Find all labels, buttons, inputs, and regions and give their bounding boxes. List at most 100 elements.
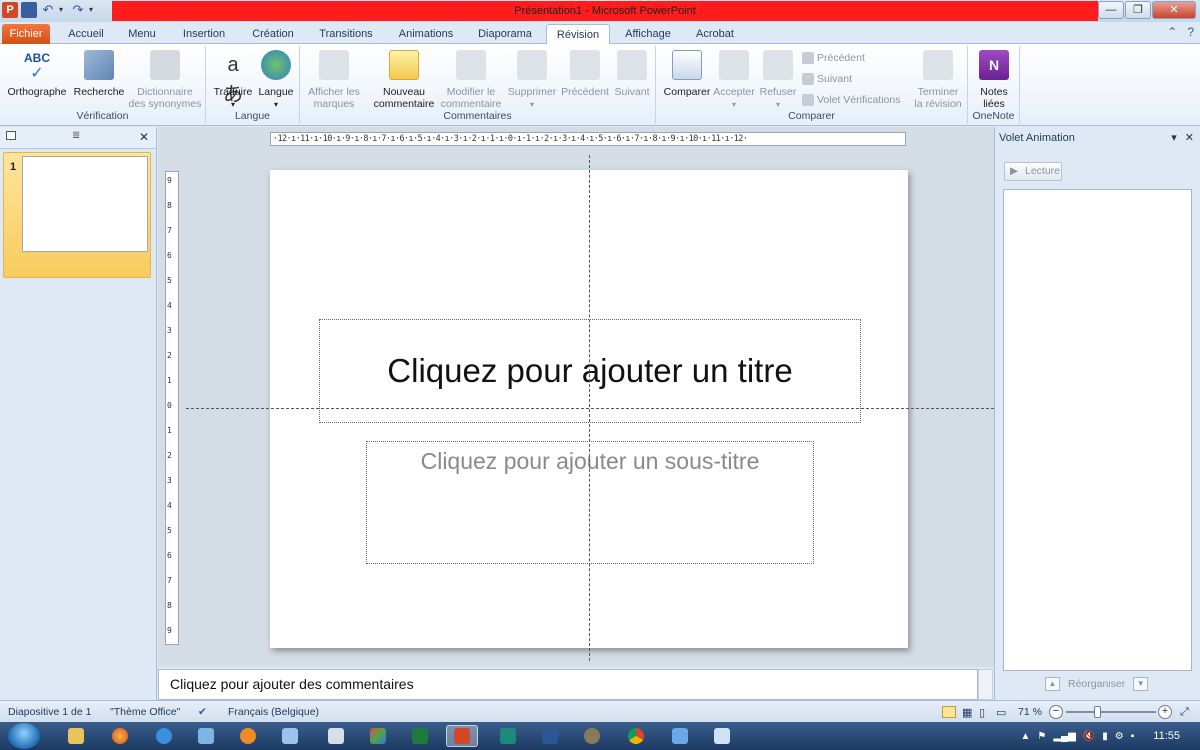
undo-icon[interactable]: ↶ [40, 2, 56, 18]
reading-view-icon[interactable]: ▯ [979, 706, 985, 719]
lecture-button[interactable]: ▶ Lecture [1004, 162, 1062, 181]
app-taskbar-icon[interactable] [664, 725, 696, 747]
zoom-out-icon[interactable]: − [1049, 705, 1063, 719]
research-book-icon [84, 50, 114, 80]
status-bar: Diapositive 1 de 1 "Thème Office" ✔ Fran… [0, 700, 1200, 722]
suivant-change-button[interactable]: Suivant [802, 73, 852, 85]
show-markup-icon [319, 50, 349, 80]
tab-affichage[interactable]: Affichage [618, 24, 678, 44]
recherche-button[interactable]: Recherche [72, 50, 126, 98]
paint-taskbar-icon[interactable] [362, 725, 394, 747]
folder-taskbar-icon[interactable] [706, 725, 738, 747]
tab-creation[interactable]: Création [244, 24, 302, 44]
spellcheck-status-icon[interactable]: ✔ [198, 706, 207, 718]
powerpoint-taskbar-icon[interactable] [446, 725, 478, 747]
battery-icon[interactable]: ▮ [1102, 731, 1108, 742]
show-hidden-icons[interactable]: ▲ [1020, 731, 1030, 742]
normal-view-icon[interactable] [942, 706, 956, 718]
close-panel-icon[interactable]: ✕ [139, 130, 149, 144]
chrome-taskbar-icon[interactable] [620, 725, 652, 747]
explorer-taskbar-icon[interactable] [60, 725, 92, 747]
network-signal-icon[interactable]: ▂▄▆ [1053, 731, 1075, 742]
zoom-slider-handle[interactable] [1094, 706, 1101, 718]
tab-menu[interactable]: Menu [120, 24, 164, 44]
nouveau-commentaire-button[interactable]: Nouveau commentaire [372, 50, 436, 110]
tray-app-icon[interactable]: ▪ [1131, 731, 1135, 742]
save-icon[interactable] [21, 2, 37, 18]
close-pane-icon[interactable]: ✕ [1185, 127, 1194, 149]
restore-button[interactable]: ❐ [1125, 1, 1151, 19]
vertical-ruler: 9 8 7 6 5 4 3 2 1 0 1 2 3 4 5 6 7 8 9 [165, 171, 179, 645]
zoom-in-icon[interactable]: + [1158, 705, 1172, 719]
slideshow-view-icon[interactable]: ▭ [996, 706, 1006, 719]
tab-accueil[interactable]: Accueil [62, 24, 110, 44]
tab-transitions[interactable]: Transitions [312, 24, 380, 44]
zoom-slider[interactable] [1066, 711, 1156, 713]
move-up-icon[interactable]: ▲ [1045, 677, 1060, 691]
suivant-comment-button[interactable]: Suivant [610, 50, 654, 98]
powerpoint-app-icon[interactable]: P [2, 2, 18, 18]
slide-thumbnail-selected[interactable]: 1 [3, 152, 151, 278]
tab-revision[interactable]: Révision [546, 24, 610, 45]
precedent-change-button[interactable]: Précédent [802, 52, 865, 64]
dictionnaire-synonymes-button[interactable]: Dictionnaire des synonymes [128, 50, 202, 110]
redo-icon[interactable]: ↷ [70, 2, 86, 18]
outline-tab-icon[interactable]: ≣ [72, 130, 80, 141]
help-icon[interactable]: ? [1187, 25, 1194, 39]
document-taskbar-icon[interactable] [320, 725, 352, 747]
clock[interactable]: 11:55 [1153, 730, 1180, 742]
tab-animations[interactable]: Animations [392, 24, 460, 44]
vruler-tick: 5 [167, 276, 172, 285]
reorder-label: Réorganiser [1068, 678, 1126, 690]
traduire-button[interactable]: aあ Traduire ▾ [210, 50, 256, 111]
flag-icon[interactable]: ⚑ [1037, 731, 1046, 742]
undo-dropdown-icon[interactable]: ▾ [59, 2, 67, 18]
subtitle-placeholder[interactable]: Cliquez pour ajouter un sous-titre [366, 441, 814, 564]
minimize-ribbon-icon[interactable]: ⌃ [1167, 25, 1177, 39]
supprimer-button[interactable]: Supprimer ▾ [504, 50, 560, 111]
tab-fichier[interactable]: Fichier [2, 24, 50, 44]
settings-icon[interactable]: ⚙ [1115, 731, 1124, 742]
refuser-button[interactable]: Refuser ▾ [756, 50, 800, 111]
precedent-comment-button[interactable]: Précédent [558, 50, 612, 98]
remote-desktop-taskbar-icon[interactable] [274, 725, 306, 747]
customize-qat-icon[interactable]: ▾ [89, 2, 99, 18]
animation-list[interactable] [1003, 189, 1192, 671]
volet-verifications-button[interactable]: Volet Vérifications [802, 94, 900, 106]
pane-options-icon[interactable]: ▾ [1171, 127, 1177, 149]
word-taskbar-icon[interactable] [534, 725, 566, 747]
tab-diaporama[interactable]: Diaporama [472, 24, 538, 44]
start-button[interactable] [8, 723, 40, 749]
move-down-icon[interactable]: ▼ [1133, 677, 1149, 691]
language-status[interactable]: Français (Belgique) [228, 706, 319, 718]
minimize-button[interactable]: — [1098, 1, 1124, 19]
internet-explorer-taskbar-icon[interactable] [148, 725, 180, 747]
notes-pane[interactable]: Cliquez pour ajouter des commentaires [158, 669, 978, 700]
orthographe-button[interactable]: ABC ✓ Orthographe [4, 50, 70, 98]
theme-status[interactable]: "Thème Office" [110, 706, 180, 718]
firefox-taskbar-icon[interactable] [104, 725, 136, 747]
media-player-taskbar-icon[interactable] [232, 725, 264, 747]
horizontal-guide[interactable] [186, 408, 994, 409]
excel-taskbar-icon[interactable] [404, 725, 436, 747]
slides-tab-icon[interactable] [6, 131, 16, 140]
close-button[interactable]: ✕ [1152, 1, 1196, 19]
network-taskbar-icon[interactable] [190, 725, 222, 747]
fit-to-window-icon[interactable]: ⤢ [1180, 706, 1189, 719]
publisher-taskbar-icon[interactable] [492, 725, 524, 747]
comparer-button[interactable]: Comparer [660, 50, 714, 98]
terminer-revision-button[interactable]: Terminer la révision [910, 50, 966, 110]
accepter-button[interactable]: Accepter ▾ [712, 50, 756, 111]
modifier-commentaire-button[interactable]: Modifier le commentaire [438, 50, 504, 110]
afficher-marques-button[interactable]: Afficher les marques [304, 50, 364, 110]
slide-thumbnail[interactable] [22, 156, 148, 252]
langue-button[interactable]: Langue ▾ [256, 50, 296, 111]
notes-scrollbar[interactable] [978, 669, 993, 700]
notes-liees-button[interactable]: N Notes liées [972, 50, 1016, 110]
zoom-level[interactable]: 71 % [1018, 706, 1042, 718]
slide-sorter-view-icon[interactable]: ▦ [962, 706, 972, 719]
tab-insertion[interactable]: Insertion [176, 24, 232, 44]
gimp-taskbar-icon[interactable] [576, 725, 608, 747]
tab-acrobat[interactable]: Acrobat [688, 24, 742, 44]
volume-icon[interactable]: 🔇 [1083, 731, 1095, 742]
